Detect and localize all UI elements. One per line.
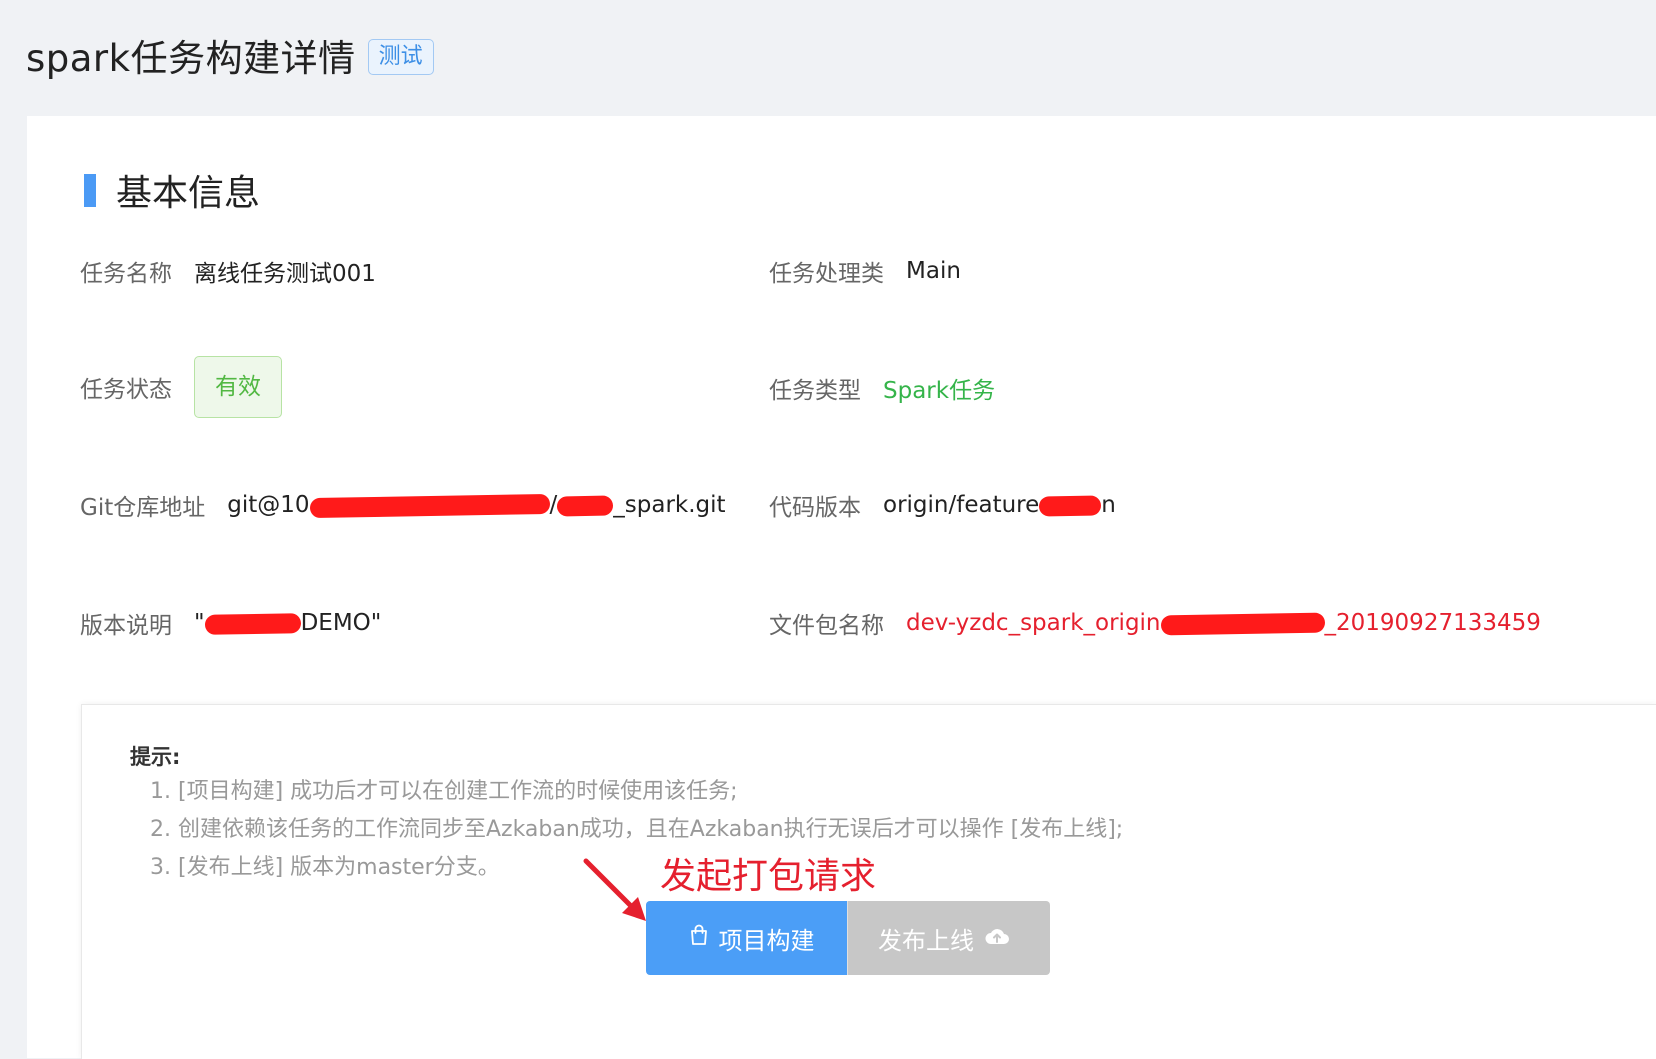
field-package-name: 文件包名称 dev-yzdc_spark_origin _201909271334…: [769, 606, 1541, 640]
tip-item: 3. [发布上线] 版本为master分支。: [150, 855, 500, 880]
redaction-mark: [1160, 612, 1325, 635]
field-label: 任务处理类: [769, 261, 884, 287]
build-button-label: 项目构建: [718, 926, 815, 955]
section-accent-bar: [84, 173, 96, 207]
redaction-mark: [1039, 494, 1102, 517]
git-repo-suffix: _spark.git: [613, 492, 726, 518]
action-button-group: 项目构建 发布上线: [646, 901, 1050, 975]
field-label: 代码版本: [769, 495, 861, 521]
tips-panel: 提示: 1. [项目构建] 成功后才可以在创建工作流的时候使用该任务; 2. 创…: [81, 704, 1656, 1059]
field-code-version: 代码版本 origin/feature n: [769, 488, 1116, 522]
code-version-suffix: n: [1101, 492, 1116, 518]
section-title: 基本信息: [84, 164, 260, 216]
field-git-repo: Git仓库地址 git@10/_spark.git: [80, 488, 726, 522]
release-button-label: 发布上线: [878, 926, 974, 955]
env-tag: 测试: [367, 39, 434, 75]
field-label: 版本说明: [80, 613, 172, 639]
cloud-upload-icon: [984, 924, 1010, 952]
page-title: spark任务构建详情: [26, 37, 356, 80]
field-task-name: 任务名称 离线任务测试001: [80, 254, 376, 288]
field-value: Main: [906, 258, 961, 284]
redaction-mark: [557, 495, 614, 516]
redaction-mark: [309, 493, 550, 518]
package-name-prefix: dev-yzdc_spark_origin: [906, 610, 1161, 636]
status-badge: 有效: [194, 356, 282, 418]
field-version-desc: 版本说明 " DEMO": [80, 606, 381, 640]
page-header: spark任务构建详情 测试: [26, 28, 434, 82]
field-handler-class: 任务处理类 Main: [769, 254, 961, 288]
redaction-mark: [204, 612, 301, 635]
field-value: 离线任务测试001: [194, 261, 376, 287]
git-repo-prefix: git@10: [227, 492, 310, 518]
field-value: " DEMO": [194, 610, 381, 636]
field-label: 任务名称: [80, 261, 172, 287]
field-task-type: 任务类型 Spark任务: [769, 371, 995, 405]
section-title-text: 基本信息: [116, 173, 261, 214]
annotation-text: 发起打包请求: [660, 856, 877, 897]
field-value: origin/feature n: [883, 492, 1116, 518]
version-desc-suffix: DEMO": [300, 610, 382, 636]
field-value: git@10/_spark.git: [227, 492, 725, 518]
detail-card: 基本信息 任务名称 离线任务测试001 任务处理类 Main 任务状态 有效 任…: [27, 116, 1656, 1059]
field-value: dev-yzdc_spark_origin _20190927133459: [906, 610, 1541, 636]
code-version-prefix: origin/feature: [883, 492, 1040, 518]
tip-item: 1. [项目构建] 成功后才可以在创建工作流的时候使用该任务;: [150, 779, 738, 804]
field-label: 任务类型: [769, 378, 861, 404]
build-button[interactable]: 项目构建: [646, 901, 847, 975]
field-label: 文件包名称: [769, 613, 884, 639]
field-task-status: 任务状态 有效: [80, 356, 282, 418]
field-label: 任务状态: [80, 377, 172, 403]
field-value: Spark任务: [883, 378, 996, 404]
tip-item: 2. 创建依赖该任务的工作流同步至Azkaban成功，且在Azkaban执行无误…: [150, 817, 1124, 842]
version-desc-prefix: ": [194, 610, 205, 636]
field-label: Git仓库地址: [80, 495, 206, 521]
package-name-suffix: _20190927133459: [1324, 610, 1541, 636]
release-button[interactable]: 发布上线: [847, 901, 1050, 975]
shopping-bag-icon: [689, 924, 709, 952]
tips-title: 提示:: [130, 745, 181, 769]
